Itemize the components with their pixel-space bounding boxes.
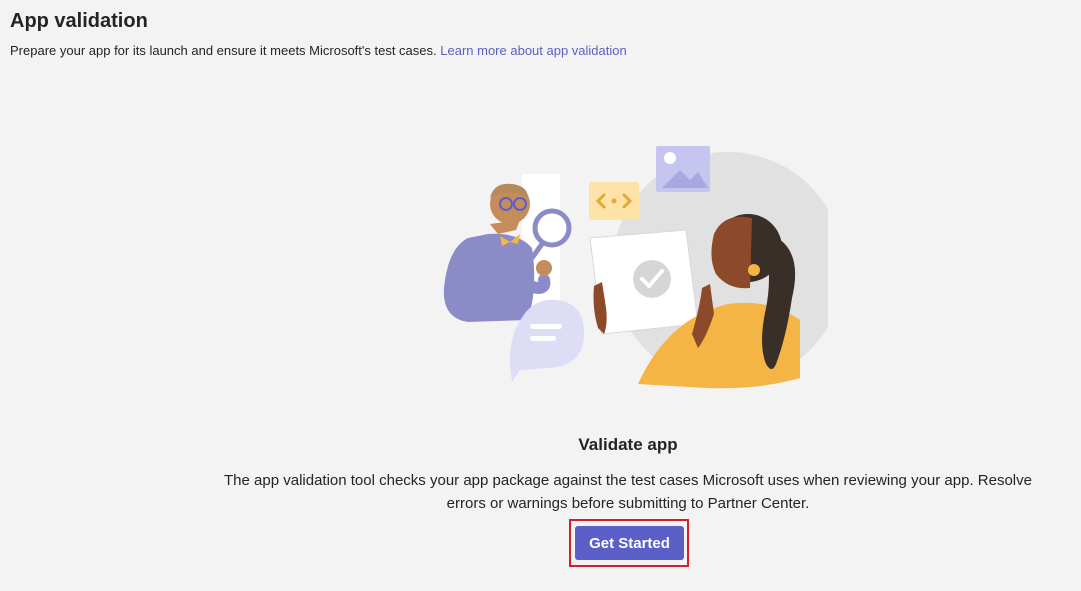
code-icon xyxy=(589,182,639,220)
page-title: App validation xyxy=(10,10,148,32)
app-validation-illustration xyxy=(443,146,828,389)
learn-more-link[interactable]: Learn more about app validation xyxy=(440,43,626,58)
get-started-button[interactable]: Get Started xyxy=(575,526,684,560)
page-header: App validation Prepare your app for its … xyxy=(10,8,627,60)
image-icon xyxy=(656,146,710,192)
page-subtitle: Prepare your app for its launch and ensu… xyxy=(10,42,627,60)
subtitle-text: Prepare your app for its launch and ensu… xyxy=(10,43,437,58)
section-description: The app validation tool checks your app … xyxy=(200,469,1056,515)
validate-app-section: Validate app The app validation tool che… xyxy=(200,432,1056,515)
button-highlight-frame: Get Started xyxy=(569,519,689,567)
description-line-1: The app validation tool checks your app … xyxy=(224,472,1032,489)
section-title: Validate app xyxy=(578,435,678,454)
description-line-2: errors or warnings before submitting to … xyxy=(446,495,810,512)
